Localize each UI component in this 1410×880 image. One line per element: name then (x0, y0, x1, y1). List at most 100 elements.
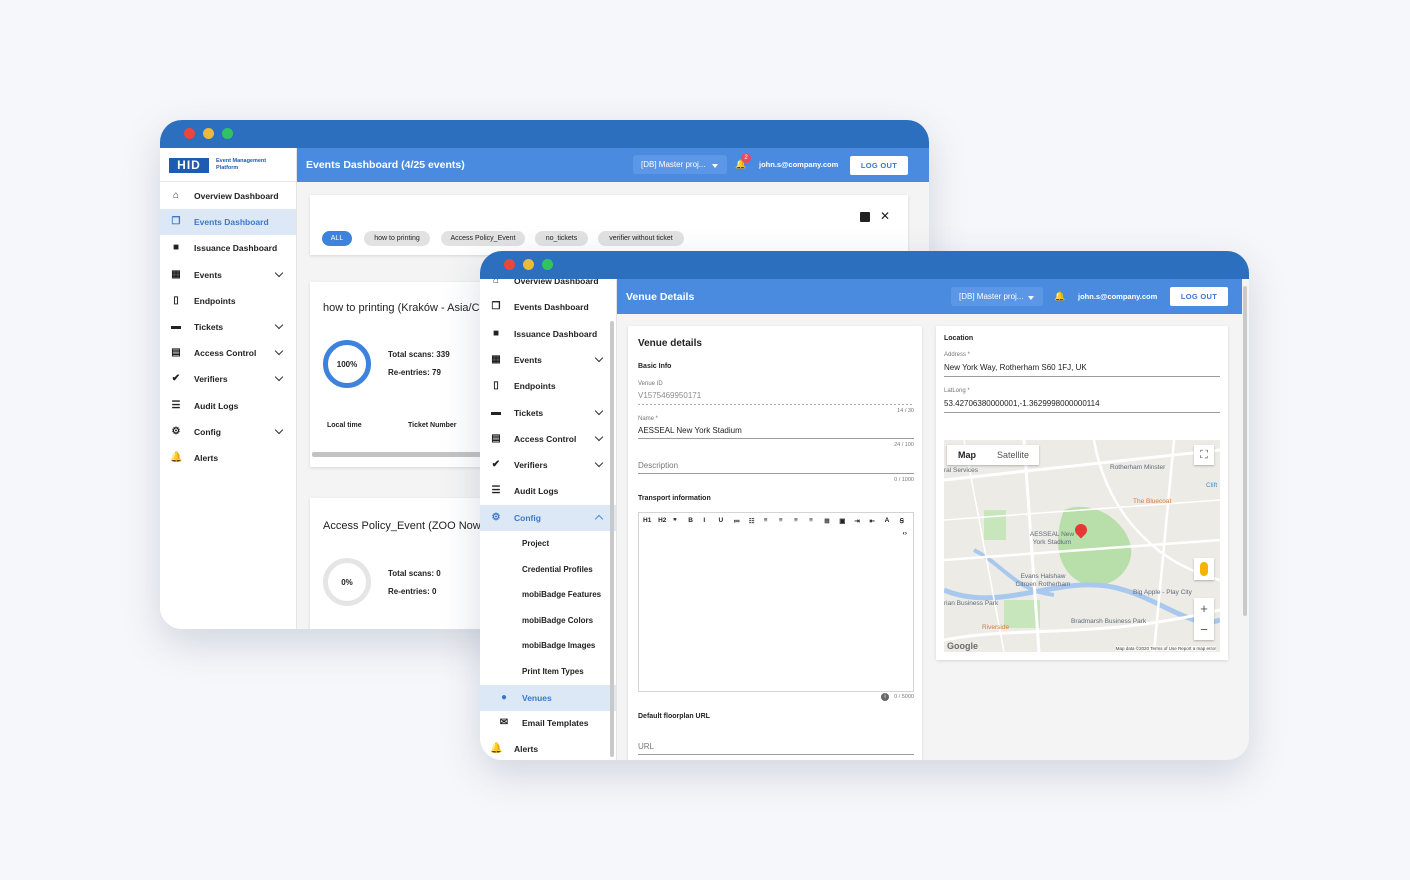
description-input[interactable]: Description (638, 461, 914, 470)
project-select[interactable]: [DB] Master proj... (633, 155, 727, 174)
logout-button[interactable]: LOG OUT (1170, 287, 1228, 306)
address-underline (944, 376, 1220, 377)
window-maximize-dot[interactable] (222, 128, 233, 139)
latlong-input[interactable]: 53.42706380000001,-1.3629998000000114 (944, 399, 1100, 408)
rich-text-editor[interactable]: H1 H2 ❞ B I U ≔ ☷ ≡ ≡ ≡ ≡ ⊞ ▣ ⇥ ⇤ A Ꞩ ‹› (638, 512, 914, 692)
name-underline (638, 438, 914, 439)
save-icon[interactable] (860, 212, 870, 222)
zoom-out-button[interactable]: − (1194, 619, 1214, 640)
sidebar-item-audit-logs[interactable]: ☰ Audit Logs (480, 478, 616, 504)
sidebar-item-events[interactable]: ▦ Events (160, 262, 296, 288)
align-justify-icon[interactable]: ≡ (809, 517, 813, 524)
code-view-icon[interactable]: ‹› (903, 530, 907, 537)
sidebar-item-verifiers[interactable]: ✔ Verifiers (480, 452, 616, 478)
name-input[interactable]: AESSEAL New York Stadium (638, 426, 914, 435)
app-header: Venue Details [DB] Master proj... 🔔 john… (617, 279, 1242, 314)
window-close-dot[interactable] (504, 259, 515, 270)
outdent-icon[interactable]: ⇤ (870, 517, 875, 525)
sidebar-item-verifiers[interactable]: ✔ Verifiers (160, 366, 296, 392)
align-center-icon[interactable]: ≡ (779, 517, 783, 524)
sidebar-item-events-dashboard[interactable]: ❐ Events Dashboard (160, 209, 296, 236)
sidebar-item-email-templates[interactable]: ✉ Email Templates (480, 710, 616, 736)
align-right-icon[interactable]: ≡ (794, 517, 798, 524)
sidebar-item-tickets[interactable]: ▬ Tickets (160, 314, 296, 340)
calendar-icon: ▦ (491, 353, 501, 365)
sidebar-item-config[interactable]: ⚙ Config (480, 504, 616, 531)
sidebar-subitem-mobibadge-colors[interactable]: mobiBadge Colors (480, 608, 616, 633)
address-input[interactable]: New York Way, Rotherham S60 1FJ, UK (944, 363, 1087, 372)
filter-chip-all[interactable]: ALL (322, 231, 352, 246)
sidebar-item-label: Events (194, 269, 222, 280)
bold-icon[interactable]: B (688, 517, 693, 524)
filter-chip-verifier-without-ticket[interactable]: verifier without ticket (598, 231, 684, 246)
pegman-icon[interactable] (1194, 558, 1214, 580)
sidebar-item-events-dashboard[interactable]: ❐ Events Dashboard (480, 294, 616, 320)
project-select[interactable]: [DB] Master proj... (951, 287, 1043, 306)
clear-format-icon[interactable]: Ꞩ (900, 517, 904, 525)
bullet-list-icon[interactable]: ☷ (749, 517, 755, 525)
sidebar-item-issuance-dashboard[interactable]: ■ Issuance Dashboard (480, 321, 616, 347)
sidebar-item-endpoints[interactable]: ▯ Endpoints (160, 288, 296, 314)
horizontal-scrollbar[interactable] (312, 452, 492, 457)
sidebar-item-access-control[interactable]: ▤ Access Control (480, 426, 616, 452)
sidebar-subitem-mobibadge-features[interactable]: mobiBadge Features (480, 582, 616, 607)
logout-button[interactable]: LOG OUT (850, 156, 908, 175)
floorplan-url-input[interactable]: URL (638, 742, 914, 751)
progress-percent: 100% (336, 359, 358, 369)
event-title: how to printing (Kraków - Asia/C (323, 302, 480, 314)
window-minimize-dot[interactable] (523, 259, 534, 270)
sidebar-scrollbar[interactable] (610, 321, 614, 757)
brand-area: HID Event Management Platform (160, 148, 297, 182)
window-close-dot[interactable] (184, 128, 195, 139)
total-scans: Total scans: 0 (388, 569, 441, 578)
sidebar-item-access-control[interactable]: ▤ Access Control (160, 340, 296, 366)
window-titlebar (160, 120, 929, 148)
window-minimize-dot[interactable] (203, 128, 214, 139)
italic-icon[interactable]: I (703, 517, 705, 524)
indent-icon[interactable]: ⇥ (854, 517, 859, 525)
video-icon[interactable]: ▣ (839, 517, 845, 525)
map[interactable]: Map Satellite ⛶ + − Rotherham Minster Th… (944, 440, 1220, 652)
sidebar-item-events[interactable]: ▦ Events (480, 347, 616, 373)
sidebar-item-audit-logs[interactable]: ☰ Audit Logs (160, 393, 296, 419)
sidebar-item-alerts[interactable]: 🔔 Alerts (480, 736, 616, 760)
map-tab[interactable]: Map (947, 445, 987, 465)
image-icon[interactable]: ⊞ (824, 517, 829, 525)
quote-icon[interactable]: ❞ (673, 517, 677, 525)
sidebar-item-overview-dashboard[interactable]: ⌂ Overview Dashboard (160, 183, 296, 209)
chevron-down-icon (274, 268, 284, 277)
floorplan-label: Default floorplan URL (638, 713, 710, 720)
ordered-list-icon[interactable]: ≔ (734, 517, 741, 525)
underline-icon[interactable]: U (719, 517, 724, 524)
ticket-icon: ▬ (171, 321, 181, 332)
page-scrollbar[interactable] (1243, 286, 1247, 616)
sidebar-item-alerts[interactable]: 🔔 Alerts (160, 445, 296, 471)
sidebar-item-venues[interactable]: ● Venues (480, 684, 616, 711)
fullscreen-button[interactable]: ⛶ (1194, 445, 1214, 465)
filter-chip-how-to-printing[interactable]: how to printing (364, 231, 430, 246)
sidebar-subitem-mobibadge-images[interactable]: mobiBadge Images (480, 633, 616, 658)
satellite-tab[interactable]: Satellite (987, 445, 1039, 465)
window-titlebar (480, 251, 1249, 279)
sidebar-item-endpoints[interactable]: ▯ Endpoints (480, 373, 616, 399)
zoom-in-button[interactable]: + (1194, 598, 1214, 619)
window-maximize-dot[interactable] (542, 259, 553, 270)
sidebar-subitem-project[interactable]: Project (480, 531, 616, 556)
bell-icon[interactable]: 🔔 (1054, 291, 1065, 302)
h2-icon[interactable]: H2 (658, 517, 666, 524)
text-color-icon[interactable]: A (885, 517, 890, 524)
filter-chip-no-tickets[interactable]: no_tickets (535, 231, 588, 246)
sidebar-item-label: Config (514, 512, 541, 523)
close-icon[interactable]: ✕ (880, 209, 890, 223)
filter-chip-access-policy-event[interactable]: Access Policy_Event (441, 231, 525, 246)
sidebar-item-tickets[interactable]: ▬ Tickets (480, 400, 616, 426)
sidebar-subitem-credential-profiles[interactable]: Credential Profiles (480, 557, 616, 582)
project-select-value: [DB] Master proj... (641, 160, 706, 169)
h1-icon[interactable]: H1 (643, 517, 651, 524)
sidebar-item-issuance-dashboard[interactable]: ■ Issuance Dashboard (160, 235, 296, 261)
sidebar-item-config[interactable]: ⚙ Config (160, 419, 296, 445)
align-left-icon[interactable]: ≡ (764, 517, 768, 524)
map-label: Big Apple - Play City (1133, 589, 1192, 596)
sidebar-item-overview-dashboard[interactable]: ⌂ Overview Dashboard (480, 279, 616, 294)
sidebar-subitem-print-item-types[interactable]: Print Item Types (480, 659, 616, 684)
